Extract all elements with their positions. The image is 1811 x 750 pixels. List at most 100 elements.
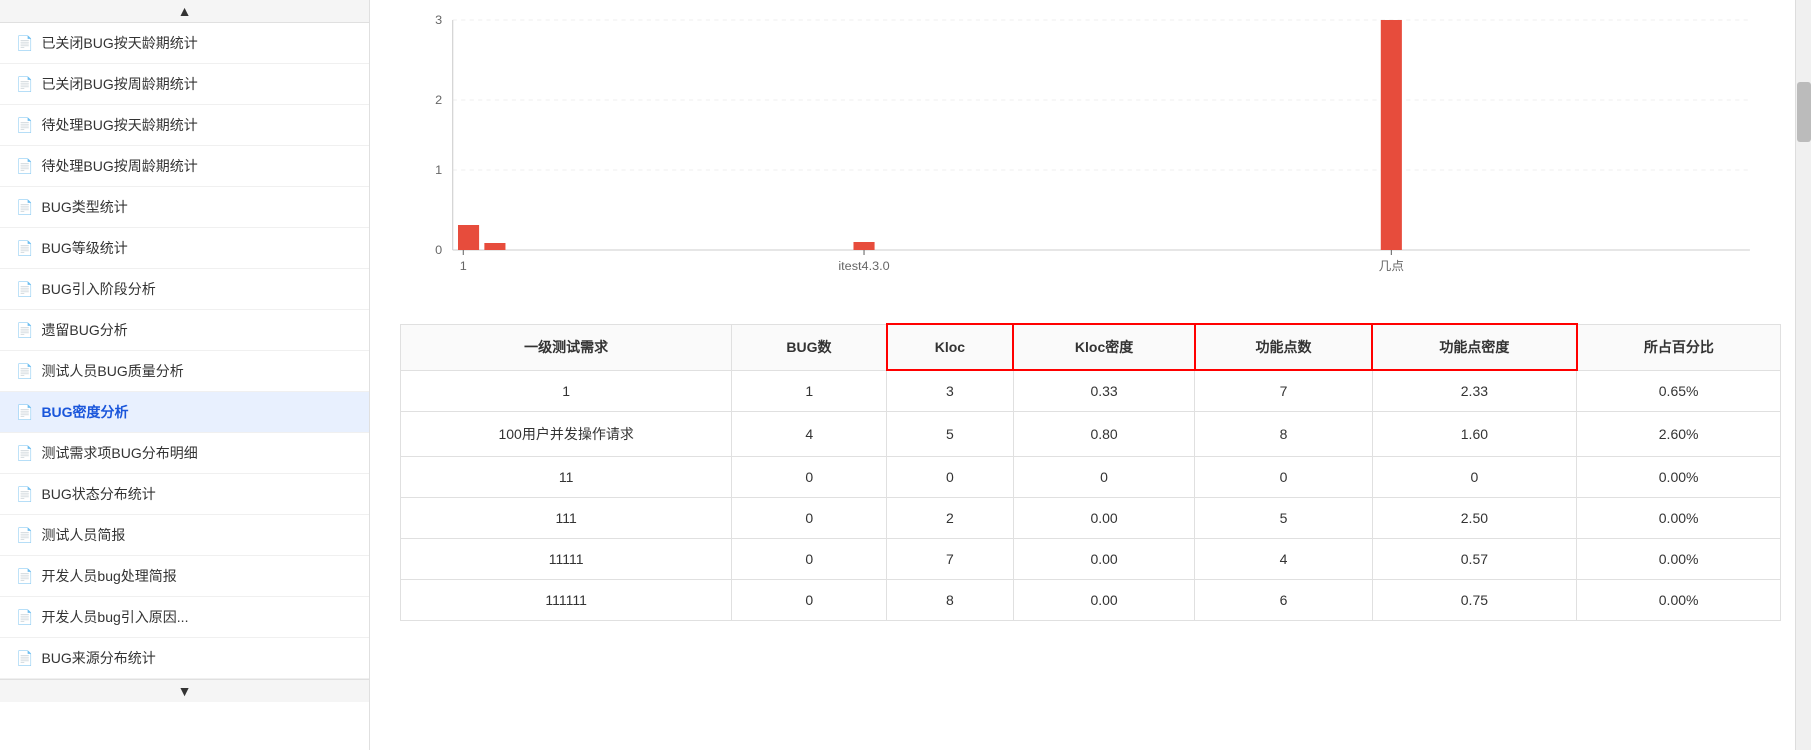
- table-cell-kloc: 8: [887, 580, 1014, 621]
- table-cell-func-points: 8: [1195, 412, 1372, 457]
- table-cell-percent: 2.60%: [1577, 412, 1781, 457]
- th-req: 一级测试需求: [401, 324, 732, 370]
- sidebar-item-test-req-bug-detail[interactable]: 📄测试需求项BUG分布明细: [0, 433, 369, 474]
- sidebar-item-label: 开发人员bug处理简报: [41, 566, 176, 586]
- sidebar-item-label: 待处理BUG按周龄期统计: [41, 156, 197, 176]
- table-cell-kloc: 2: [887, 498, 1014, 539]
- sidebar-items-list: 📄已关闭BUG按天龄期统计📄已关闭BUG按周龄期统计📄待处理BUG按天龄期统计📄…: [0, 23, 369, 679]
- table-cell-kloc-density: 0.33: [1013, 370, 1195, 412]
- sidebar-item-closed-bug-by-age[interactable]: 📄 已关闭BUG按天龄期统计: [0, 23, 369, 64]
- sidebar-item-label: 测试人员简报: [41, 525, 125, 545]
- table-cell-func-points: 5: [1195, 498, 1372, 539]
- table-cell-kloc-density: 0.80: [1013, 412, 1195, 457]
- table-row: 11000000.00%: [401, 457, 1781, 498]
- sidebar-scroll-up[interactable]: ▲: [0, 0, 369, 23]
- table-cell-func-points: 6: [1195, 580, 1372, 621]
- doc-icon: 📄: [16, 35, 33, 52]
- sidebar-item-residual-bug[interactable]: 📄 遗留BUG分析: [0, 310, 369, 351]
- sidebar-item-pending-bug-by-age[interactable]: 📄 待处理BUG按天龄期统计: [0, 105, 369, 146]
- main-content: 3 2 1 0 1 itest4.3.0 几点: [370, 0, 1811, 750]
- th-func-points: 功能点数: [1195, 324, 1372, 370]
- table-cell-bug-count: 0: [732, 498, 887, 539]
- doc-icon: 📄: [16, 76, 33, 93]
- table-cell-percent: 0.00%: [1577, 539, 1781, 580]
- sidebar-item-label: 测试人员BUG质量分析: [41, 361, 183, 381]
- sidebar-item-label: BUG等级统计: [41, 238, 127, 258]
- table-row: 1130.3372.330.65%: [401, 370, 1781, 412]
- sidebar-item-bug-density[interactable]: 📄BUG密度分析: [0, 392, 369, 433]
- th-bug-count: BUG数: [732, 324, 887, 370]
- table-row: 100用户并发操作请求450.8081.602.60%: [401, 412, 1781, 457]
- table-cell-func-density: 1.60: [1372, 412, 1577, 457]
- sidebar-item-label: 已关闭BUG按天龄期统计: [41, 33, 197, 53]
- sidebar-item-label: BUG密度分析: [41, 402, 128, 422]
- table-cell-req: 1: [401, 370, 732, 412]
- table-cell-func-density: 2.50: [1372, 498, 1577, 539]
- right-scrollbar[interactable]: [1795, 0, 1811, 750]
- table-cell-kloc: 5: [887, 412, 1014, 457]
- table-cell-kloc: 7: [887, 539, 1014, 580]
- sidebar-item-label: BUG状态分布统计: [41, 484, 155, 504]
- sidebar-item-bug-level-stats[interactable]: 📄 BUG等级统计: [0, 228, 369, 269]
- table-cell-bug-count: 0: [732, 539, 887, 580]
- sidebar-item-bug-type-stats[interactable]: 📄BUG类型统计: [0, 187, 369, 228]
- table-cell-func-points: 0: [1195, 457, 1372, 498]
- sidebar-item-dev-bug-intro[interactable]: 📄开发人员bug引入原因...: [0, 597, 369, 638]
- sidebar-scroll-down[interactable]: ▼: [0, 679, 369, 702]
- doc-icon: 📄: [16, 363, 33, 380]
- svg-text:3: 3: [435, 13, 442, 27]
- table-cell-kloc: 0: [887, 457, 1014, 498]
- table-row: 111111080.0060.750.00%: [401, 580, 1781, 621]
- table-cell-func-density: 0.57: [1372, 539, 1577, 580]
- doc-icon: 📄: [16, 281, 33, 298]
- sidebar-item-label: 遗留BUG分析: [41, 320, 127, 340]
- doc-icon: 📄: [16, 527, 33, 544]
- right-scrollbar-thumb[interactable]: [1797, 82, 1811, 142]
- table-area: 一级测试需求BUG数KlocKloc密度功能点数功能点密度所占百分比 1130.…: [390, 323, 1791, 621]
- svg-text:1: 1: [435, 163, 442, 177]
- doc-icon: 📄: [16, 445, 33, 462]
- sidebar-item-label: 已关闭BUG按周龄期统计: [41, 74, 197, 94]
- svg-text:1: 1: [460, 259, 467, 273]
- sidebar-item-label: BUG来源分布统计: [41, 648, 155, 668]
- svg-text:0: 0: [435, 243, 442, 257]
- sidebar-item-label: 待处理BUG按天龄期统计: [41, 115, 197, 135]
- sidebar-item-dev-bug-brief[interactable]: 📄 开发人员bug处理简报: [0, 556, 369, 597]
- sidebar-item-bug-status-stats[interactable]: 📄BUG状态分布统计: [0, 474, 369, 515]
- sidebar-item-pending-bug-by-week[interactable]: 📄 待处理BUG按周龄期统计: [0, 146, 369, 187]
- table-cell-req: 100用户并发操作请求: [401, 412, 732, 457]
- table-cell-func-points: 4: [1195, 539, 1372, 580]
- table-cell-percent: 0.65%: [1577, 370, 1781, 412]
- sidebar-item-label: BUG引入阶段分析: [41, 279, 155, 299]
- th-percent: 所占百分比: [1577, 324, 1781, 370]
- table-cell-func-density: 0: [1372, 457, 1577, 498]
- doc-icon: 📄: [16, 322, 33, 339]
- table-cell-req: 111: [401, 498, 732, 539]
- table-cell-kloc-density: 0: [1013, 457, 1195, 498]
- table-cell-kloc: 3: [887, 370, 1014, 412]
- svg-text:2: 2: [435, 93, 442, 107]
- doc-icon: 📄: [16, 117, 33, 134]
- sidebar-item-tester-brief[interactable]: 📄 测试人员简报: [0, 515, 369, 556]
- table-cell-bug-count: 1: [732, 370, 887, 412]
- sidebar: ▲ 📄 已关闭BUG按天龄期统计 📄 已关闭BUG按周龄期统计 📄 待处理BUG按天龄期统…: [0, 0, 370, 750]
- table-cell-bug-count: 0: [732, 580, 887, 621]
- table-cell-func-density: 0.75: [1372, 580, 1577, 621]
- sidebar-item-tester-bug-quality[interactable]: 📄 测试人员BUG质量分析: [0, 351, 369, 392]
- doc-icon: 📄: [16, 240, 33, 257]
- table-cell-bug-count: 0: [732, 457, 887, 498]
- table-row: 11111070.0040.570.00%: [401, 539, 1781, 580]
- bug-density-chart: 3 2 1 0 1 itest4.3.0 几点: [400, 10, 1771, 290]
- table-cell-func-points: 7: [1195, 370, 1372, 412]
- doc-icon: 📄: [16, 568, 33, 585]
- doc-icon: 📄: [16, 158, 33, 175]
- sidebar-item-bug-intro-phase[interactable]: 📄 BUG引入阶段分析: [0, 269, 369, 310]
- doc-icon: 📄: [16, 650, 33, 667]
- th-func-density: 功能点密度: [1372, 324, 1577, 370]
- sidebar-item-bug-source-stats[interactable]: 📄 BUG来源分布统计: [0, 638, 369, 679]
- table-cell-percent: 0.00%: [1577, 580, 1781, 621]
- table-cell-kloc-density: 0.00: [1013, 539, 1195, 580]
- table-cell-req: 111111: [401, 580, 732, 621]
- table-cell-kloc-density: 0.00: [1013, 498, 1195, 539]
- sidebar-item-closed-bug-by-week[interactable]: 📄 已关闭BUG按周龄期统计: [0, 64, 369, 105]
